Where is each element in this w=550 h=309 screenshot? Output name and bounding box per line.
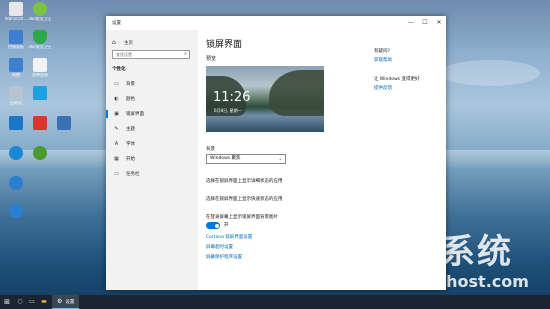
show-background-on-signin-label: 在登录屏幕上显示锁屏界面背景图片: [206, 215, 278, 220]
task-view-icon[interactable]: ▭: [26, 295, 38, 309]
desktop-icon-360-shield[interactable]: 360安全卫士: [27, 30, 53, 50]
desktop-icon-control-panel[interactable]: 控制面板: [3, 30, 29, 50]
sidebar-item-label: 锁屏界面: [126, 112, 144, 117]
background-select[interactable]: Windows 聚焦 ⌄: [206, 154, 286, 164]
window-title: 设置: [112, 21, 121, 26]
sidebar-item-lock-screen[interactable]: ▣ 锁屏界面: [106, 108, 198, 120]
desktop-icon-user-folder[interactable]: Administr...: [3, 2, 29, 22]
document-icon: [33, 58, 47, 72]
desktop-icon-360[interactable]: 360安全卫士: [27, 2, 53, 22]
computer-icon: [57, 116, 71, 130]
preview-label: 预览: [206, 56, 217, 62]
desktop-icon-app[interactable]: [51, 116, 77, 131]
sidebar-item-label: 主题: [126, 127, 135, 132]
taskbar-icon: ▭: [114, 171, 119, 177]
feedback-question: 让 Windows 变得更好: [374, 77, 420, 82]
help-question: 有疑问?: [374, 49, 390, 54]
folder-icon: [9, 2, 23, 16]
home-icon: ⌂: [112, 39, 116, 46]
gear-icon: [33, 86, 47, 100]
background-label: 背景: [206, 147, 215, 152]
search-icon: [9, 176, 23, 190]
sidebar-item-colors[interactable]: ◐ 颜色: [106, 93, 198, 105]
desktop-icon-recycle-bin[interactable]: 回收站: [3, 86, 29, 106]
show-background-toggle[interactable]: [206, 222, 220, 229]
shield-icon: [33, 30, 47, 44]
file-explorer-icon[interactable]: ▬: [38, 295, 50, 309]
preview-time: 11:26: [213, 90, 251, 105]
lock-screen-icon: ▣: [114, 111, 119, 117]
search-icon[interactable]: ○: [14, 295, 26, 309]
desktop-icon-search[interactable]: [3, 176, 29, 191]
sidebar-item-themes[interactable]: ✎ 主题: [106, 123, 198, 135]
get-help-link[interactable]: 获取帮助: [374, 57, 444, 63]
recycle-bin-icon: [9, 86, 23, 100]
chevron-down-icon: ⌄: [278, 156, 282, 161]
section-title: 个性化: [112, 67, 126, 72]
close-button[interactable]: ✕: [432, 16, 446, 30]
cloud: [440, 60, 540, 86]
app-icon: [33, 116, 47, 130]
desktop-icon-ie[interactable]: [3, 146, 29, 161]
app-icon: [9, 116, 23, 130]
sidebar-item-fonts[interactable]: A 字体: [106, 138, 198, 150]
start-icon: ▦: [114, 156, 119, 162]
desktop-icon-broadband[interactable]: 宽带连接: [27, 58, 53, 78]
give-feedback-link[interactable]: 提供反馈: [374, 85, 444, 91]
start-button[interactable]: ⊞: [0, 295, 14, 309]
sidebar-item-label: 颜色: [126, 97, 135, 102]
main-content: 锁屏界面 预览 11:26 6月8日, 星期一 背景 Windows 聚焦 ⌄ …: [198, 30, 446, 290]
search-input[interactable]: 查找设置 ⌕: [112, 50, 190, 59]
minimize-button[interactable]: —: [404, 16, 418, 30]
desktop-icon-app[interactable]: [3, 116, 29, 131]
page-title: 锁屏界面: [206, 40, 243, 50]
browser-icon: [33, 146, 47, 160]
preview-date: 6月8日, 星期一: [214, 108, 242, 113]
sidebar-home[interactable]: ⌂ 主页: [112, 39, 133, 46]
sidebar-item-start[interactable]: ▦ 开始: [106, 153, 198, 165]
lock-screen-preview: 11:26 6月8日, 星期一: [206, 66, 324, 132]
screensaver-link[interactable]: 屏幕保护程序设置: [206, 254, 242, 260]
settings-window: 设置 — ☐ ✕ ⌂ 主页 查找设置 ⌕ 个性化 ▭ 背景 ◐ 颜色 ▣ 锁屏界…: [106, 16, 446, 290]
sidebar-item-label: 背景: [126, 82, 135, 87]
360-icon: [33, 2, 47, 16]
desktop-icon-network[interactable]: 网络: [3, 58, 29, 78]
desktop-icon-app[interactable]: [27, 116, 53, 131]
taskbar: ⊞ ○ ▭ ▬ ⚙ 设置: [0, 295, 550, 309]
desktop-icon-app[interactable]: [3, 204, 29, 219]
search-icon: ⌕: [184, 51, 187, 57]
app-icon: [9, 204, 23, 218]
desktop-icon-browser[interactable]: [27, 146, 53, 161]
detailed-status-app-setting: 选择在锁屏界面上显示详细状态的应用: [206, 179, 283, 184]
maximize-button[interactable]: ☐: [418, 16, 432, 30]
font-icon: A: [114, 141, 119, 147]
brush-icon: ✎: [114, 126, 119, 132]
taskbar-app-settings[interactable]: ⚙ 设置: [52, 295, 80, 309]
gear-icon: ⚙: [57, 298, 63, 305]
quick-status-app-setting: 选择在锁屏界面上显示快速状态的应用: [206, 197, 283, 202]
sidebar-item-taskbar[interactable]: ▭ 任务栏: [106, 168, 198, 180]
toggle-state: 开: [224, 223, 229, 228]
sidebar-item-background[interactable]: ▭ 背景: [106, 78, 198, 90]
preview-cliff: [269, 70, 324, 116]
browser-icon: [9, 146, 23, 160]
palette-icon: ◐: [114, 96, 119, 102]
sidebar: ⌂ 主页 查找设置 ⌕ 个性化 ▭ 背景 ◐ 颜色 ▣ 锁屏界面 ✎ 主题 A …: [106, 30, 198, 290]
control-panel-icon: [9, 30, 23, 44]
image-icon: ▭: [114, 81, 119, 87]
sidebar-item-label: 字体: [126, 142, 135, 147]
sidebar-item-label: 开始: [126, 157, 135, 162]
taskbar-app-label: 设置: [65, 299, 75, 305]
cortana-lock-screen-link[interactable]: Cortana 锁屏界面设置: [206, 234, 252, 240]
sidebar-home-label: 主页: [124, 40, 133, 46]
screen-timeout-link[interactable]: 屏幕超时设置: [206, 244, 233, 250]
network-icon: [9, 58, 23, 72]
desktop-icon-app[interactable]: [27, 86, 53, 101]
title-bar[interactable]: 设置 — ☐ ✕: [106, 16, 446, 30]
sidebar-item-label: 任务栏: [126, 172, 140, 177]
